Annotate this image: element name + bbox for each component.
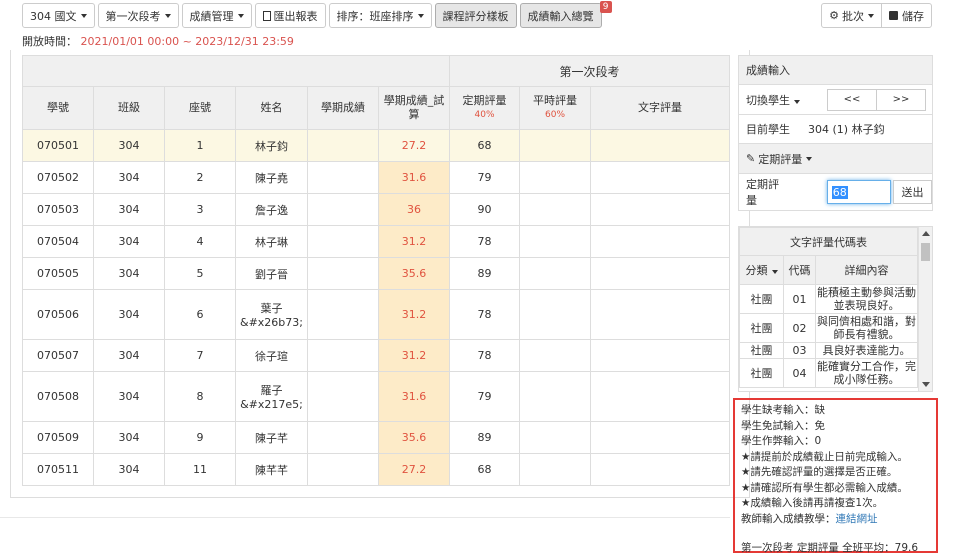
score-input-panel: 成績輸入 切換學生 << >> 目前學生 304 (1) 林子鈞 ✎ 定期評量 …: [738, 55, 933, 211]
table-row[interactable]: 070508 304 8 羅子 &#x217e5; 31.6 79: [22, 371, 731, 422]
scroll-up-icon[interactable]: [922, 231, 930, 236]
file-icon: [262, 10, 271, 21]
col-term-score: 學期成績: [307, 86, 379, 130]
grades-table: 第一次段考 學號 班級 座號 姓名 學期成績 學期成績_試算 定期評量 40% 平…: [21, 55, 731, 486]
export-report-button[interactable]: 匯出報表: [254, 3, 326, 28]
class-average: 第一次段考 定期評量 全班平均：79.6: [741, 542, 919, 554]
current-student-value: 304 (1) 林子鈞: [808, 123, 885, 136]
send-button[interactable]: 送出: [893, 180, 932, 204]
caret-down-icon: [868, 13, 874, 18]
current-student-row: 目前學生 304 (1) 林子鈞: [739, 115, 932, 144]
col-category-dropdown[interactable]: 分類: [739, 255, 784, 285]
col-final-eval: 定期評量 40%: [449, 86, 521, 130]
code-row[interactable]: 社團 03 具良好表達能力。: [739, 342, 918, 359]
code-table-title: 文字評量代碼表: [739, 227, 918, 256]
prev-student-button[interactable]: <<: [827, 88, 877, 111]
eval-type-dropdown[interactable]: ✎ 定期評量: [739, 144, 932, 174]
col-seat: 座號: [164, 86, 236, 130]
table-row[interactable]: 070509 304 9 陳子芊 35.6 89: [22, 421, 731, 454]
scroll-down-icon[interactable]: [922, 382, 930, 387]
caret-down-icon: [806, 156, 813, 161]
table-row[interactable]: 070505 304 5 劉子晉 35.6 89: [22, 257, 731, 290]
save-icon: [889, 11, 898, 20]
code-table-scrollbar[interactable]: [918, 227, 932, 391]
table-row[interactable]: 070503 304 3 詹子逸 36 90: [22, 193, 731, 226]
col-name: 姓名: [235, 86, 308, 130]
col-student-id: 學號: [22, 86, 94, 130]
exam-dropdown[interactable]: 第一次段考: [97, 3, 179, 28]
exam-group-header: 第一次段考: [449, 55, 731, 87]
caret-down-icon: [771, 270, 778, 274]
divider: [0, 517, 730, 518]
code-row[interactable]: 社團 01 能積極主動參與活動並表現良好。: [739, 284, 918, 314]
table-row[interactable]: 070502 304 2 陳子堯 31.6 79: [22, 161, 731, 194]
caret-down-icon: [237, 13, 244, 18]
score-input[interactable]: 68: [826, 180, 892, 204]
tutorial-link[interactable]: 連結網址: [836, 513, 878, 525]
col-text-eval: 文字評量: [590, 86, 731, 130]
table-row[interactable]: 070506 304 6 葉子 &#x26b73; 31.2 78: [22, 289, 731, 340]
batch-dropdown[interactable]: ⚙ 批次: [821, 3, 882, 28]
sort-dropdown[interactable]: 排序：班座排序: [328, 3, 432, 28]
table-row[interactable]: 070507 304 7 徐子瑄 31.2 78: [22, 339, 731, 372]
switch-student-dropdown[interactable]: 切換學生: [746, 92, 800, 108]
table-row[interactable]: 070511 304 11 陳芊芊 27.2 68: [22, 453, 731, 486]
col-code: 代碼: [783, 255, 816, 285]
switch-student-row: 切換學生 << >>: [739, 85, 932, 115]
col-term-score-trial: 學期成績_試算: [377, 86, 451, 130]
score-panel-title: 成績輸入: [739, 56, 932, 85]
overview-button[interactable]: 成績輸入總覽 9: [519, 1, 612, 28]
overview-badge: 9: [599, 1, 612, 13]
code-table: 文字評量代碼表 分類 代碼 詳細內容 社團 01 能積極主動參與活動並表現良好。 社…: [739, 227, 918, 388]
next-student-button[interactable]: >>: [876, 88, 926, 111]
code-row[interactable]: 社團 04 能確實分工合作，完成小隊任務。: [739, 358, 918, 388]
open-time: 開放時間： 2021/01/01 00:00 ~ 2023/12/31 23:5…: [22, 35, 294, 48]
notes-box: 學生缺考輸入：缺 學生免試輸入：免 學生作弊輸入：0 ★請提前於成績截止日前完成…: [733, 398, 938, 554]
col-detail: 詳細內容: [815, 255, 918, 285]
score-field-row: 定期評量 68 送出: [739, 174, 932, 210]
caret-down-icon: [794, 99, 800, 104]
caret-down-icon: [417, 13, 424, 18]
col-regular-eval: 平時評量 60%: [519, 86, 592, 130]
class-dropdown[interactable]: 304 國文: [22, 3, 95, 28]
scroll-thumb[interactable]: [921, 243, 930, 261]
course-template-button[interactable]: 課程評分樣板: [434, 3, 517, 28]
text-eval-code-panel: 文字評量代碼表 分類 代碼 詳細內容 社團 01 能積極主動參與活動並表現良好。 社…: [738, 226, 933, 392]
header-blank: [21, 55, 451, 87]
student-nav: << >>: [827, 88, 926, 111]
code-row[interactable]: 社團 02 與同儕相處和諧，對師長有禮貌。: [739, 313, 918, 343]
table-row[interactable]: 070501 304 1 林子鈞 27.2 68: [22, 129, 731, 162]
toolbar: 304 國文 第一次段考 成績管理 匯出報表 排序：班座排序 課程評分樣板 成績…: [22, 1, 612, 29]
caret-down-icon: [164, 13, 171, 18]
gear-icon: ⚙: [829, 9, 839, 22]
edit-icon: ✎: [746, 152, 756, 165]
caret-down-icon: [80, 13, 87, 18]
grade-management-dropdown[interactable]: 成績管理: [181, 3, 252, 28]
right-actions: ⚙ 批次 儲存: [821, 3, 932, 28]
save-button[interactable]: 儲存: [881, 3, 932, 28]
col-class: 班級: [93, 86, 165, 130]
table-row[interactable]: 070504 304 4 林子琳 31.2 78: [22, 225, 731, 258]
